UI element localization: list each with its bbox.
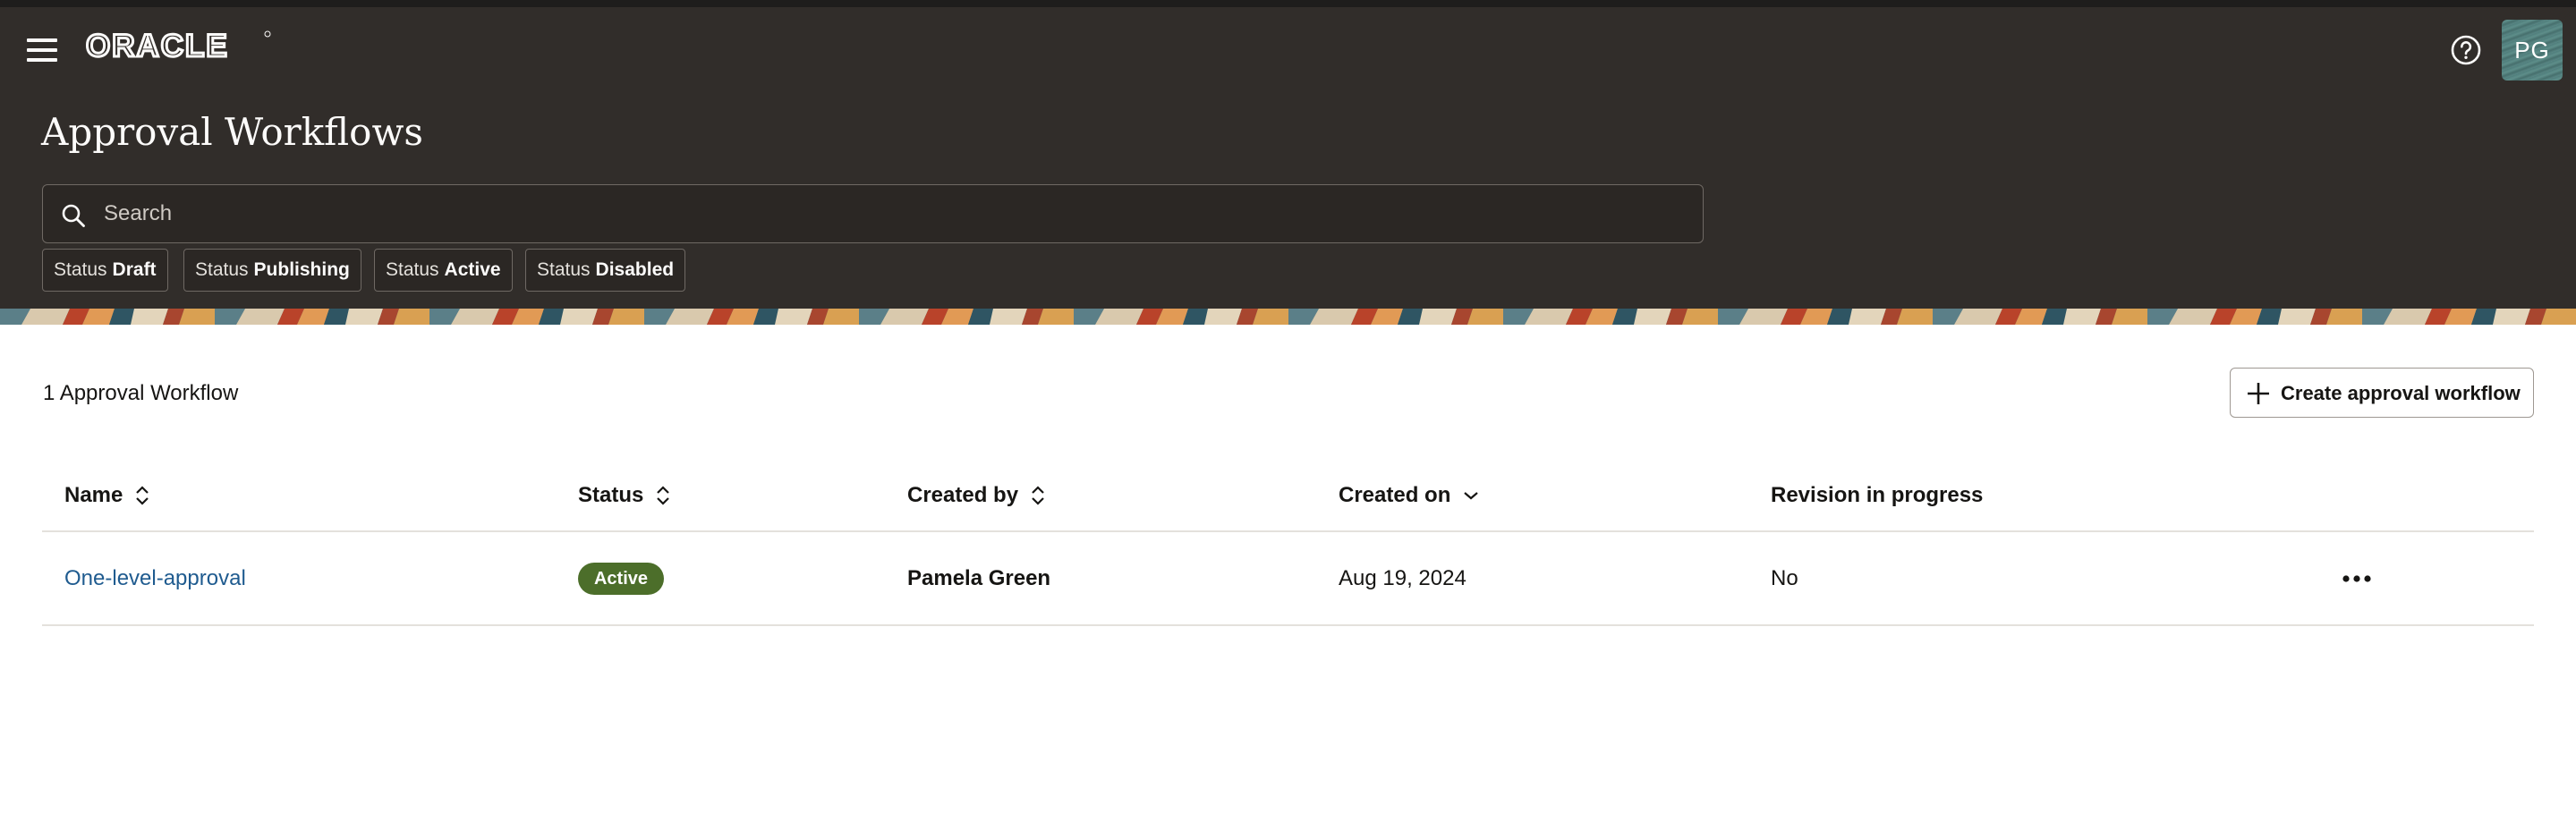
sort-icon[interactable] <box>1031 484 1045 507</box>
more-actions-icon[interactable] <box>2339 565 2375 592</box>
filter-chip-status-disabled[interactable]: Status Disabled <box>525 249 686 292</box>
filter-chip-value: Publishing <box>253 259 350 280</box>
search-icon <box>62 204 85 227</box>
filter-chip-key: Status <box>195 259 249 280</box>
avatar-initials: PG <box>2514 36 2550 64</box>
column-header-revision-in-progress: Revision in progress <box>1771 483 1983 508</box>
help-circle-icon[interactable] <box>2450 34 2482 66</box>
chevron-down-icon[interactable] <box>1463 490 1479 501</box>
hamburger-menu-icon[interactable] <box>27 38 57 62</box>
top-edge-bar <box>0 0 2576 7</box>
page-header: ORACLE PG Approval Workflows Status Draf… <box>0 7 2576 309</box>
column-header-created-by[interactable]: Created by <box>907 483 1045 508</box>
results-count: 1 Approval Workflow <box>43 381 239 405</box>
column-header-label: Revision in progress <box>1771 483 1984 507</box>
decorative-pattern-band <box>0 309 2576 325</box>
filter-chip-status-draft[interactable]: Status Draft <box>42 249 168 292</box>
page-title: Approval Workflows <box>41 110 423 154</box>
create-approval-workflow-button[interactable]: Create approval workflow <box>2230 368 2534 418</box>
column-header-status[interactable]: Status <box>578 483 670 508</box>
user-avatar[interactable]: PG <box>2502 20 2563 81</box>
column-header-label: Status <box>578 483 644 507</box>
filter-chip-key: Status <box>537 259 591 280</box>
workflow-name-link[interactable]: One-level-approval <box>64 566 246 591</box>
filter-chip-value: Active <box>444 259 501 280</box>
sort-icon[interactable] <box>656 484 670 507</box>
create-button-label: Create approval workflow <box>2281 382 2521 404</box>
column-header-name[interactable]: Name <box>64 483 149 508</box>
filter-chip-status-publishing[interactable]: Status Publishing <box>183 249 361 292</box>
revision-in-progress-cell: No <box>1771 566 1798 590</box>
search-input[interactable] <box>104 192 1679 235</box>
filter-chip-key: Status <box>386 259 439 280</box>
created-by-cell: Pamela Green <box>907 566 1051 590</box>
column-header-created-on[interactable]: Created on <box>1339 483 1479 508</box>
filter-chip-value: Disabled <box>595 259 675 280</box>
status-badge: Active <box>578 563 664 595</box>
created-on-cell: Aug 19, 2024 <box>1339 566 1467 590</box>
table-row-divider <box>42 624 2534 626</box>
svg-text:ORACLE: ORACLE <box>86 29 229 64</box>
oracle-logo: ORACLE <box>86 29 271 64</box>
column-header-label: Created on <box>1339 483 1451 507</box>
table-header-divider <box>42 530 2534 532</box>
sort-icon[interactable] <box>135 484 149 507</box>
filter-chip-value: Draft <box>112 259 157 280</box>
search-field[interactable] <box>42 184 1704 243</box>
column-header-label: Name <box>64 483 123 507</box>
column-header-label: Created by <box>907 483 1019 507</box>
filter-chip-status-active[interactable]: Status Active <box>374 249 513 292</box>
filter-chip-key: Status <box>54 259 107 280</box>
plus-icon <box>2248 383 2269 404</box>
